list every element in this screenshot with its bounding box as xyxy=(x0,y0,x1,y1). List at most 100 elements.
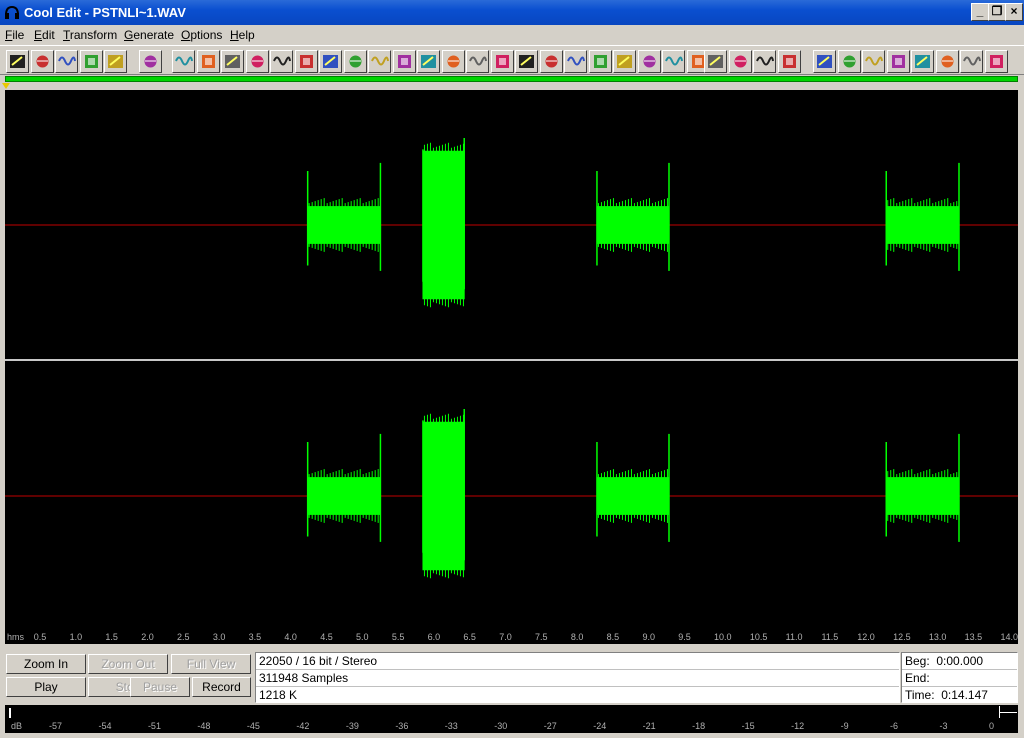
time-divider xyxy=(902,686,1017,687)
time-tick-label: 7.5 xyxy=(535,632,548,642)
echo-button[interactable] xyxy=(392,50,416,73)
play-to-file-button[interactable] xyxy=(104,50,127,73)
db-tick-label: -3 xyxy=(939,721,948,731)
zoom-out-button[interactable]: Zoom Out xyxy=(88,654,168,674)
begin-label: Beg: xyxy=(905,654,930,668)
save-button[interactable] xyxy=(55,50,78,73)
time-tick-label: 2.0 xyxy=(141,632,154,642)
db-unit-label: dB xyxy=(11,721,23,731)
graphic-eq-button[interactable] xyxy=(539,50,563,73)
time-tick-label: 3.0 xyxy=(212,632,226,642)
save-icon xyxy=(58,56,76,66)
title-bar: Cool Edit - PSTNLI~1.WAV _ ❐ × xyxy=(0,0,1024,25)
cue-icon xyxy=(865,56,883,66)
dynamics-icon xyxy=(567,56,585,66)
db-tick-label: -27 xyxy=(543,721,557,731)
amplify-button[interactable] xyxy=(319,50,342,73)
alert-button[interactable] xyxy=(441,50,465,73)
menu-edit[interactable]: Edit xyxy=(34,28,55,42)
time-tick-label: 9.0 xyxy=(642,632,655,642)
overview-bar[interactable] xyxy=(5,76,1018,82)
menu-help-access-key: H xyxy=(230,28,239,42)
script-button[interactable] xyxy=(935,50,959,73)
menu-options[interactable]: Options xyxy=(181,28,222,42)
menu-help[interactable]: Help xyxy=(230,28,255,42)
music-note-button[interactable] xyxy=(245,50,269,73)
db-tick-label: 0 xyxy=(989,721,995,731)
time-tick-label: 8.0 xyxy=(570,632,584,642)
envelope-button[interactable] xyxy=(368,50,391,73)
delay-button[interactable] xyxy=(417,50,440,73)
time-tick-label: 1.5 xyxy=(105,632,118,642)
point-icon xyxy=(617,55,632,68)
silence-button[interactable] xyxy=(196,50,220,73)
begin-value: 0:00.000 xyxy=(936,654,984,668)
noise-button[interactable] xyxy=(490,50,514,73)
stretch-button[interactable] xyxy=(728,50,752,73)
loop-icon xyxy=(817,55,832,68)
zoom-in-button[interactable]: Zoom In xyxy=(6,654,86,674)
db-tick-label: -39 xyxy=(345,721,359,731)
waveform-burst xyxy=(422,421,465,571)
zoom-tool-button[interactable] xyxy=(886,50,910,73)
record-to-file-button[interactable] xyxy=(79,50,103,73)
text-cursor-button[interactable] xyxy=(911,50,934,73)
about-icon xyxy=(989,55,1003,68)
wave-button[interactable] xyxy=(637,50,661,73)
menu-generate-label: enerate xyxy=(133,28,175,42)
loop-button[interactable] xyxy=(813,50,836,73)
menu-bar: File Edit Transform Generate Options Hel… xyxy=(0,26,1024,45)
reverse-button[interactable] xyxy=(172,50,195,73)
restore-button[interactable]: ❐ xyxy=(988,3,1006,21)
point-button[interactable] xyxy=(613,50,636,73)
db-tick-label: -51 xyxy=(147,721,161,731)
mix-button[interactable] xyxy=(704,50,727,73)
levels-button[interactable] xyxy=(837,50,861,73)
minimize-button[interactable]: _ xyxy=(971,3,989,21)
timer-button[interactable] xyxy=(343,50,367,73)
edit-button[interactable] xyxy=(139,50,162,73)
begin-time: Beg: 0:00.000 xyxy=(905,654,983,668)
format-info: 22050 / 16 bit / Stereo xyxy=(259,654,378,668)
start-marker-icon[interactable] xyxy=(2,83,10,89)
pitch-icon xyxy=(756,56,774,66)
full-view-button[interactable]: Full View xyxy=(171,654,251,674)
time-ruler: hms 0.5 1.0 1.5 2.0 2.5 3.0 3.5 4.0 4.5 5.0 5.5 6.0 6… xyxy=(5,631,1018,644)
close-button[interactable]: × xyxy=(1005,3,1023,21)
about-button[interactable] xyxy=(984,50,1008,73)
samples-info: 311948 Samples xyxy=(259,671,349,685)
phaser-button[interactable] xyxy=(662,50,685,73)
ruler-unit-label: hms xyxy=(7,632,25,642)
headphones-app-icon[interactable] xyxy=(4,5,20,20)
channel-mixer-button[interactable] xyxy=(294,50,318,73)
selection-time-panel: Beg: 0:00.000 End: Time: 0:14.147 xyxy=(901,652,1018,703)
time-tick-label: 13.0 xyxy=(928,632,947,642)
menu-transform[interactable]: Transform xyxy=(63,28,117,42)
record-dot-button[interactable] xyxy=(270,50,293,73)
spectrum-button[interactable] xyxy=(588,50,612,73)
record-button[interactable]: Record xyxy=(192,677,251,697)
wave-icon xyxy=(643,55,655,68)
dynamics-button[interactable] xyxy=(564,50,587,73)
edit-icon xyxy=(144,55,157,68)
filter-button[interactable] xyxy=(466,50,489,73)
script-icon xyxy=(941,55,953,68)
menu-generate[interactable]: Generate xyxy=(124,28,174,42)
new-button[interactable] xyxy=(6,50,29,73)
invert-button[interactable] xyxy=(221,50,244,73)
fft-button[interactable] xyxy=(515,50,538,73)
menu-edit-access-key: E xyxy=(34,28,43,42)
db-tick-label: -9 xyxy=(840,721,849,731)
time-tick-label: 6.0 xyxy=(427,632,441,642)
play-button[interactable]: Play xyxy=(6,677,86,697)
open-button[interactable] xyxy=(30,50,54,73)
pitch-button[interactable] xyxy=(753,50,776,73)
db-tick-label: -36 xyxy=(395,721,409,731)
distort-button[interactable] xyxy=(777,50,801,73)
help-button[interactable] xyxy=(960,50,983,73)
cue-button[interactable] xyxy=(862,50,885,73)
waveform-display[interactable] xyxy=(5,90,1018,631)
menu-file[interactable]: File xyxy=(5,28,24,42)
channel-mixer-icon xyxy=(299,55,313,68)
pause-button[interactable]: Pause xyxy=(130,677,190,697)
